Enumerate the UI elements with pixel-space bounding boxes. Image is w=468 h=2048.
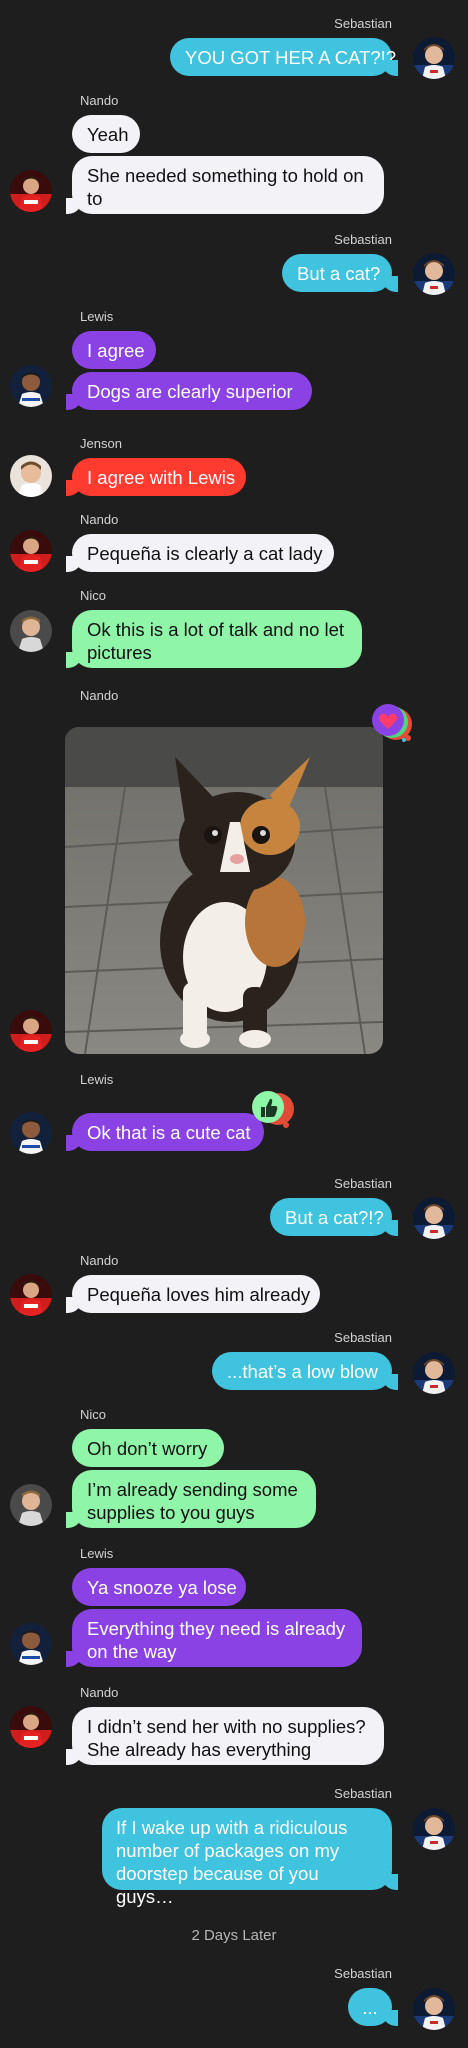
sender-name: Nando <box>80 688 119 703</box>
avatar[interactable] <box>413 1988 455 2030</box>
sender-name: Nando <box>80 1253 119 1268</box>
sender-name: Sebastian <box>334 1786 392 1801</box>
avatar[interactable] <box>413 1352 455 1394</box>
avatar[interactable] <box>10 1112 52 1154</box>
message-bubble[interactable]: But a cat? <box>282 254 398 292</box>
message-bubble[interactable]: If I wake up with a ridiculous number of… <box>102 1808 398 1907</box>
message-bubble[interactable]: Pequeña loves him already <box>66 1275 320 1313</box>
heart-icon <box>372 704 412 742</box>
avatar[interactable] <box>10 455 52 497</box>
sender-name: Sebastian <box>334 16 392 31</box>
message-bubble[interactable]: Ok this is a lot of talk and no let pict… <box>66 610 362 668</box>
message-bubble[interactable]: YOU GOT HER A CAT?!? <box>170 38 398 76</box>
message-bubble[interactable]: I’m already sending some supplies to you… <box>66 1470 316 1528</box>
message-bubble[interactable]: I didn’t send her with no supplies? She … <box>66 1707 384 1765</box>
message-bubble[interactable]: I agree <box>72 331 156 369</box>
sender-name: Lewis <box>80 1546 114 1561</box>
avatar[interactable] <box>10 1484 52 1526</box>
sender-name: Nando <box>80 512 119 527</box>
message-bubble[interactable]: Pequeña is clearly a cat lady <box>66 534 334 572</box>
thumbs-up-icon <box>252 1091 294 1128</box>
sender-name: Nico <box>80 1407 107 1422</box>
message-bubble[interactable]: But a cat?!? <box>270 1198 398 1236</box>
sender-name: Sebastian <box>334 1176 392 1191</box>
avatar[interactable] <box>10 1706 52 1748</box>
message-bubble[interactable]: I agree with Lewis <box>66 458 246 496</box>
sender-name: Sebastian <box>334 1330 392 1345</box>
avatar[interactable] <box>413 253 455 295</box>
message-bubble[interactable]: Dogs are clearly superior <box>66 372 312 410</box>
avatar[interactable] <box>10 1623 52 1665</box>
sender-name: Lewis <box>80 1072 114 1087</box>
avatar[interactable] <box>10 610 52 652</box>
message-bubble[interactable]: ... <box>348 1988 398 2026</box>
sender-name: Nando <box>80 93 119 108</box>
timestamp-divider: 2 Days Later <box>191 1927 277 1944</box>
message-bubble[interactable]: Ya snooze ya lose <box>72 1568 246 1606</box>
message-bubble[interactable]: She needed something to hold on to <box>66 156 384 214</box>
avatar[interactable] <box>413 37 455 79</box>
sender-name: Lewis <box>80 309 114 324</box>
avatar[interactable] <box>10 530 52 572</box>
sender-name: Nando <box>80 1685 119 1700</box>
kitten-photo[interactable] <box>65 727 383 1054</box>
message-bubble[interactable]: ...that’s a low blow <box>212 1352 398 1390</box>
avatar[interactable] <box>10 170 52 212</box>
message-bubble[interactable]: Everything they need is already on the w… <box>66 1609 362 1667</box>
sender-name: Sebastian <box>334 232 392 247</box>
reaction-badge[interactable] <box>248 1087 296 1131</box>
avatar[interactable] <box>10 1274 52 1316</box>
reaction-badge[interactable] <box>368 700 414 744</box>
sender-name: Sebastian <box>334 1966 392 1981</box>
message-bubble[interactable]: Yeah <box>72 115 140 153</box>
sender-name: Nico <box>80 588 107 603</box>
avatar[interactable] <box>413 1197 455 1239</box>
avatar[interactable] <box>10 1010 52 1052</box>
message-bubble[interactable]: Oh don’t worry <box>72 1429 224 1467</box>
sender-name: Jenson <box>80 436 122 451</box>
avatar[interactable] <box>413 1808 455 1850</box>
avatar[interactable] <box>10 365 52 407</box>
message-bubble[interactable]: Ok that is a cute cat <box>66 1113 264 1151</box>
